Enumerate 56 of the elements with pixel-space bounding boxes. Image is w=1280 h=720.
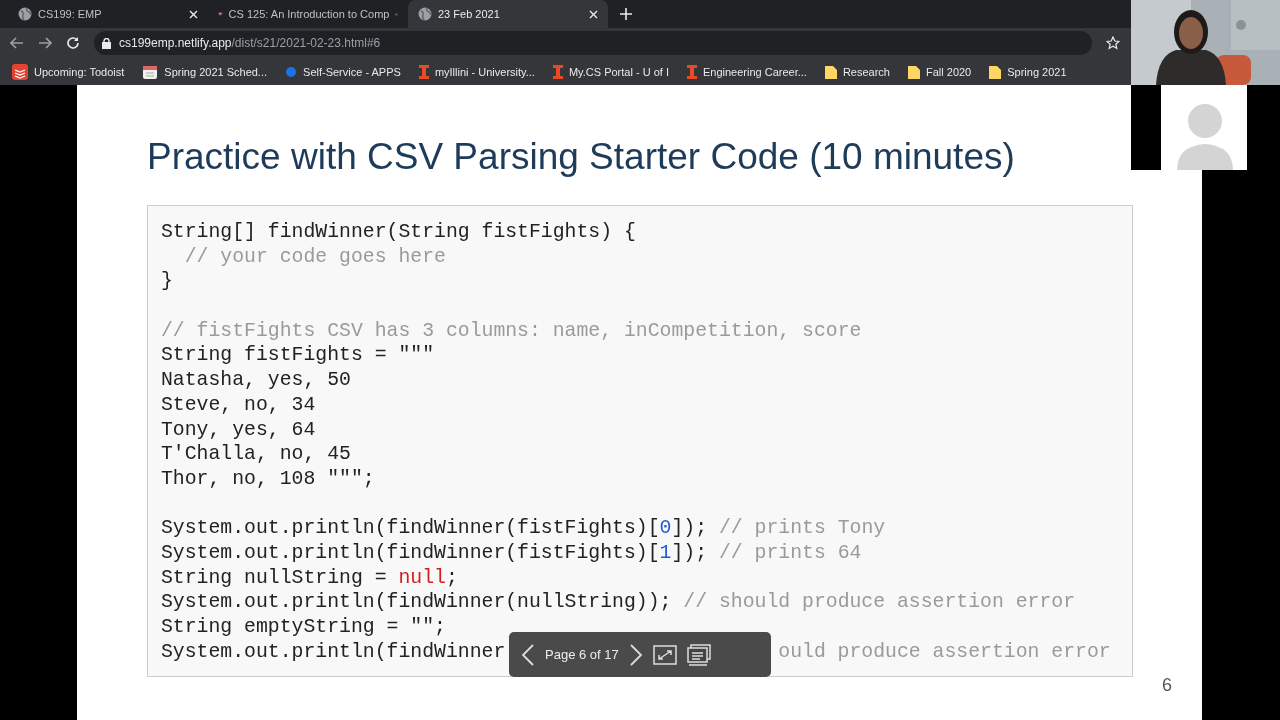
- slide-title: Practice with CSV Parsing Starter Code (10 minutes): [147, 135, 1015, 179]
- bookmark-link[interactable]: Self-Service - APPS: [303, 65, 401, 78]
- close-icon[interactable]: [589, 9, 598, 19]
- bookmark-link[interactable]: myIllini - University...: [434, 65, 535, 78]
- code-text: System.out.println(findWinner: [161, 639, 506, 665]
- code-line: System.out.println(findWinner(nullString)); // should produce assertion error: [161, 590, 1076, 615]
- star-icon[interactable]: [1106, 36, 1120, 50]
- code-line: System.out.println(findWinner(fistFights)[1]); // prints 64: [161, 540, 862, 566]
- illini-icon: [552, 64, 563, 79]
- chevron-right-icon[interactable]: [628, 642, 643, 667]
- page-indicator: Page 6 of 17: [545, 647, 619, 662]
- slides-menu-icon[interactable]: [686, 643, 711, 666]
- globe-icon: [18, 7, 32, 21]
- circle-icon: [285, 65, 298, 78]
- forward-icon[interactable]: [38, 37, 52, 49]
- folder-icon: [824, 64, 837, 79]
- code-line: Steve, no, 34: [161, 392, 316, 418]
- illini-icon: [418, 64, 429, 79]
- bookmark-link[interactable]: Upcoming: Todoist: [34, 65, 125, 78]
- bookmark-link[interactable]: Engineering Career...: [702, 65, 807, 78]
- globe-icon: [418, 7, 432, 21]
- folder-icon: [908, 64, 920, 79]
- code-line: // your code goes here: [183, 244, 446, 270]
- close-icon[interactable]: [189, 9, 198, 19]
- bookmark-link[interactable]: Spring 2021 Sched...: [164, 65, 268, 78]
- code-line: }: [161, 269, 173, 295]
- address-bar[interactable]: cs199emp.netlify.app/dist/s21/2021-02-23.html#6: [94, 31, 1092, 55]
- code-line: String emptyString = "";: [161, 615, 446, 640]
- todoist-icon: [12, 63, 28, 80]
- lock-icon: [102, 37, 111, 49]
- chevron-left-icon[interactable]: [521, 642, 535, 667]
- bookmark-link[interactable]: Fall 2020: [926, 65, 972, 78]
- browser-tab[interactable]: CS199: EMP: [8, 0, 208, 28]
- code-line: String nullString = null;: [161, 565, 458, 591]
- illini-icon: [686, 64, 697, 79]
- code-line: System.out.println(findWinner(fistFights)[0]); // prints Tony: [161, 516, 886, 541]
- code-line: Natasha, yes, 50: [161, 368, 351, 393]
- code-line: Tony, yes, 64: [161, 417, 316, 443]
- reload-icon[interactable]: [66, 36, 80, 50]
- bookmark-link[interactable]: My.CS Portal - U of I: [568, 65, 669, 78]
- browser-tab[interactable]: 23 Feb 2021: [408, 0, 608, 28]
- code-comment: ould produce assertion error: [778, 639, 1111, 665]
- code-line: // fistFights CSV has 3 columns: name, inCompetition, score: [161, 318, 862, 344]
- fullscreen-icon[interactable]: [652, 644, 677, 665]
- bookmark-link[interactable]: Spring 2021: [1007, 65, 1067, 78]
- calendar-icon: [142, 63, 159, 80]
- browser-tab[interactable]: CS 125: An Introduction to Comp: [208, 0, 408, 28]
- plus-icon[interactable]: [620, 8, 632, 20]
- bookmark-link[interactable]: Research: [842, 65, 890, 78]
- slide-number: 6: [1162, 675, 1172, 696]
- code-line: String fistFights = """: [161, 343, 435, 369]
- back-icon[interactable]: [10, 37, 24, 49]
- code-line: T'Challa, no, 45: [161, 442, 351, 467]
- code-line: String[] findWinner(String fistFights) {: [161, 220, 636, 245]
- folder-icon: [989, 64, 1002, 79]
- code-line: Thor, no, 108 """;: [161, 466, 375, 492]
